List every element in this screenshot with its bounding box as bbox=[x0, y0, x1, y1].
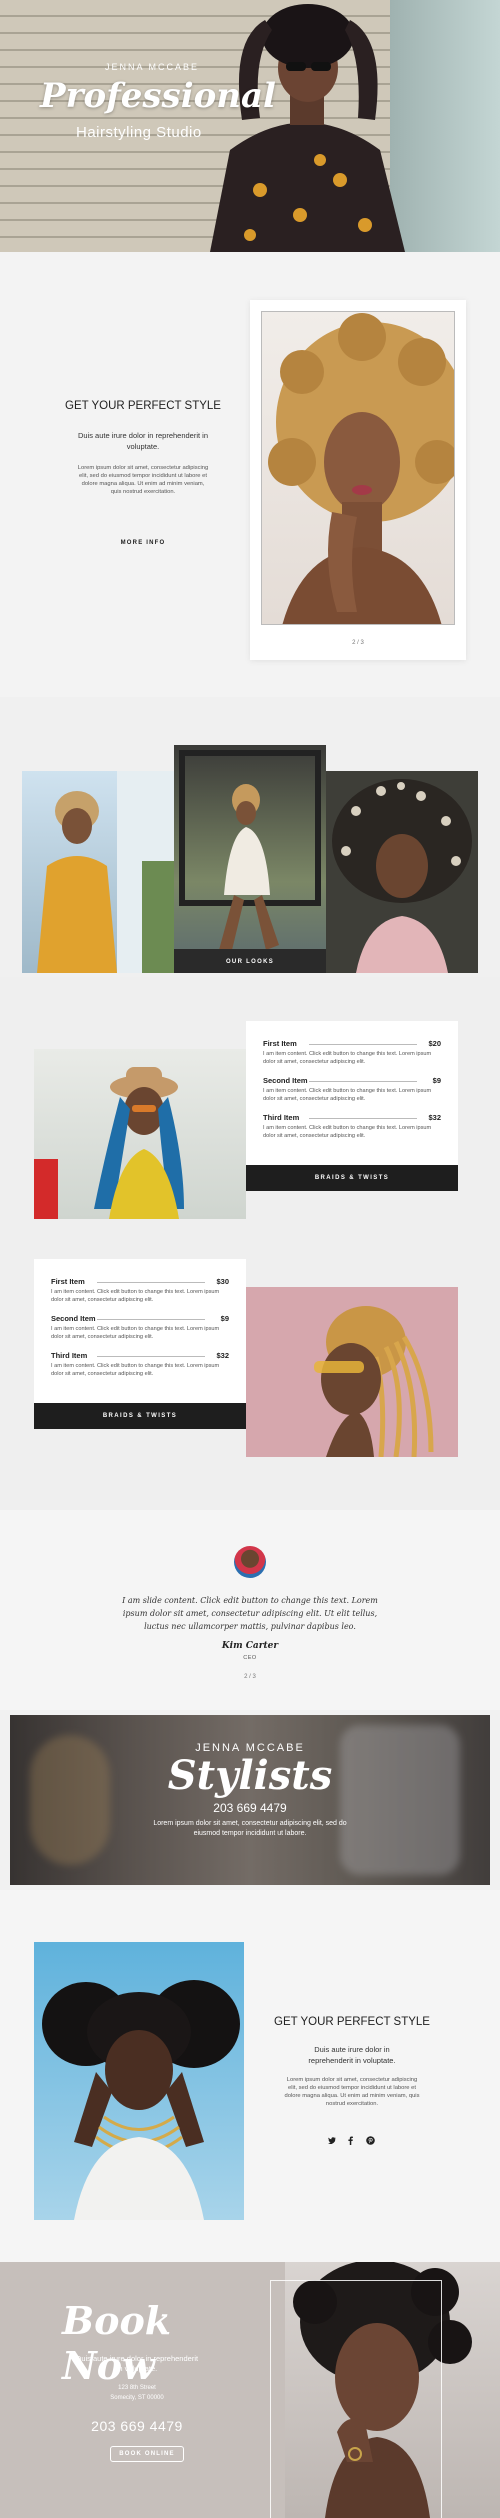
stylists-title: Stylists bbox=[167, 1752, 333, 1799]
intro-body: Lorem ipsum dolor sit amet, consectetur … bbox=[77, 465, 209, 495]
social-icons bbox=[324, 2136, 380, 2146]
menu2-image[interactable] bbox=[246, 1287, 458, 1457]
menu-item-description: I am item content. Click edit button to … bbox=[51, 1289, 220, 1303]
menu-item-name: Second Item bbox=[51, 1314, 96, 1323]
hero-model-image bbox=[210, 4, 405, 252]
testimonial-counter: 2 / 3 bbox=[244, 1674, 256, 1680]
look-image-3[interactable] bbox=[326, 771, 478, 973]
testimonial-section: I am slide content. Click edit button to… bbox=[0, 1510, 500, 1710]
pinterest-icon[interactable] bbox=[366, 2136, 375, 2145]
hero-title: Professional bbox=[40, 76, 276, 116]
testimonial-signature: Kim Carter bbox=[221, 1641, 279, 1651]
about-body: Lorem ipsum dolor sit amet, consectetur … bbox=[284, 2077, 420, 2107]
menu1-card: First Item $20 I am item content. Click … bbox=[246, 1021, 458, 1191]
menu-item-description: I am item content. Click edit button to … bbox=[263, 1051, 432, 1065]
model-yellow-sweater-image bbox=[37, 771, 174, 973]
stylists-phone[interactable]: 203 669 4479 bbox=[150, 1801, 350, 1815]
intro-section: GET YOUR PERFECT STYLE Duis aute irure d… bbox=[0, 252, 500, 697]
intro-slide-counter: 2 / 3 bbox=[352, 640, 364, 646]
menu-item-name: Third Item bbox=[51, 1351, 88, 1360]
about-section: GET YOUR PERFECT STYLE Duis aute irure d… bbox=[0, 1890, 500, 2262]
testimonial-role: CEO bbox=[243, 1655, 257, 1661]
stylists-overlay bbox=[10, 1715, 490, 1885]
booking-title: Book Now bbox=[62, 2298, 172, 2388]
model-hat-image bbox=[34, 1067, 184, 1219]
twitter-icon[interactable] bbox=[328, 2137, 336, 2144]
menu-item-divider bbox=[309, 1118, 417, 1119]
menu-item-price: $30 bbox=[216, 1277, 229, 1286]
intro-lead: Duis aute irure dolor in reprehenderit i… bbox=[77, 431, 209, 451]
booking-frame bbox=[270, 2280, 442, 2518]
menu-item-name: Third Item bbox=[263, 1113, 300, 1122]
testimonial-avatar bbox=[234, 1546, 266, 1578]
menu-section-2: First Item $30 I am item content. Click … bbox=[0, 1227, 500, 1510]
menu-item-name: Second Item bbox=[263, 1076, 308, 1085]
booking-address-line2: Somecity, ST 00000 bbox=[110, 2395, 164, 2401]
stylists-section: JENNA MCCABE Stylists 203 669 4479 Lorem… bbox=[0, 1710, 500, 1890]
menu-item-price: $20 bbox=[428, 1039, 441, 1048]
menu-section-1: First Item $20 I am item content. Click … bbox=[0, 977, 500, 1227]
menu-item-divider bbox=[309, 1081, 417, 1082]
menu1-items: First Item $20 I am item content. Click … bbox=[263, 1039, 441, 1149]
booking-phone[interactable]: 203 669 4479 bbox=[75, 2418, 199, 2434]
menu2-items: First Item $30 I am item content. Click … bbox=[51, 1277, 229, 1387]
model-braids-sunglasses-image bbox=[314, 1306, 434, 1457]
look-image-2[interactable]: OUR LOOKS bbox=[174, 745, 326, 973]
menu-item-divider bbox=[97, 1356, 205, 1357]
menu1-image[interactable] bbox=[34, 1049, 246, 1219]
hero-subtitle: Hairstyling Studio bbox=[76, 124, 202, 141]
curly-hair-model-image bbox=[268, 313, 454, 624]
hero-section: JENNA MCCABE Professional Hairstyling St… bbox=[0, 0, 500, 252]
menu2-card: First Item $30 I am item content. Click … bbox=[34, 1259, 246, 1429]
more-info-button[interactable]: MORE INFO bbox=[100, 540, 186, 546]
about-lead: Duis aute irure dolor in reprehenderit i… bbox=[308, 2045, 396, 2065]
book-online-button[interactable]: BOOK ONLINE bbox=[110, 2446, 184, 2462]
hero-kicker: JENNA MCCABE bbox=[105, 62, 200, 72]
about-heading: GET YOUR PERFECT STYLE bbox=[274, 2016, 430, 2028]
menu-item-name: First Item bbox=[51, 1277, 85, 1286]
menu-item-description: I am item content. Click edit button to … bbox=[51, 1326, 220, 1340]
menu-item-price: $32 bbox=[428, 1113, 441, 1122]
menu1-category-bar[interactable]: BRAIDS & TWISTS bbox=[246, 1165, 458, 1191]
about-image[interactable] bbox=[34, 1942, 244, 2220]
menu-item-description: I am item content. Click edit button to … bbox=[51, 1363, 220, 1377]
menu-item-divider bbox=[97, 1282, 205, 1283]
menu-item-price: $9 bbox=[220, 1314, 229, 1323]
stylists-text: Lorem ipsum dolor sit amet, consectetur … bbox=[153, 1820, 347, 1837]
facebook-icon[interactable] bbox=[348, 2136, 353, 2145]
menu-item-description: I am item content. Click edit button to … bbox=[263, 1088, 432, 1102]
testimonial-quote: I am slide content. Click edit button to… bbox=[122, 1596, 378, 1631]
intro-heading: GET YOUR PERFECT STYLE bbox=[65, 400, 221, 412]
looks-caption[interactable]: OUR LOOKS bbox=[174, 959, 326, 965]
booking-lead: Duis aute irure dolor in reprehenderit i… bbox=[75, 2354, 199, 2373]
menu-item-description: I am item content. Click edit button to … bbox=[263, 1125, 432, 1139]
menu2-category-bar[interactable]: BRAIDS & TWISTS bbox=[34, 1403, 246, 1429]
look-image-1[interactable] bbox=[22, 771, 174, 973]
model-afro-puffs-image bbox=[42, 1980, 240, 2220]
stylists-banner-image bbox=[10, 1715, 490, 1885]
intro-slider-card: 2 / 3 bbox=[250, 300, 466, 660]
booking-address-line1: 123 8th Street bbox=[118, 2385, 156, 2391]
menu-item-price: $32 bbox=[216, 1351, 229, 1360]
model-floral-hair-image bbox=[332, 779, 472, 973]
menu-item-divider bbox=[97, 1319, 205, 1320]
menu-item-name: First Item bbox=[263, 1039, 297, 1048]
model-seated-image bbox=[179, 750, 321, 950]
looks-section: OUR LOOKS bbox=[0, 697, 500, 977]
menu-item-price: $9 bbox=[432, 1076, 441, 1085]
booking-section: Book Now Duis aute irure dolor in repreh… bbox=[0, 2262, 500, 2518]
intro-slide-image[interactable] bbox=[261, 311, 455, 625]
menu-item-divider bbox=[309, 1044, 417, 1045]
